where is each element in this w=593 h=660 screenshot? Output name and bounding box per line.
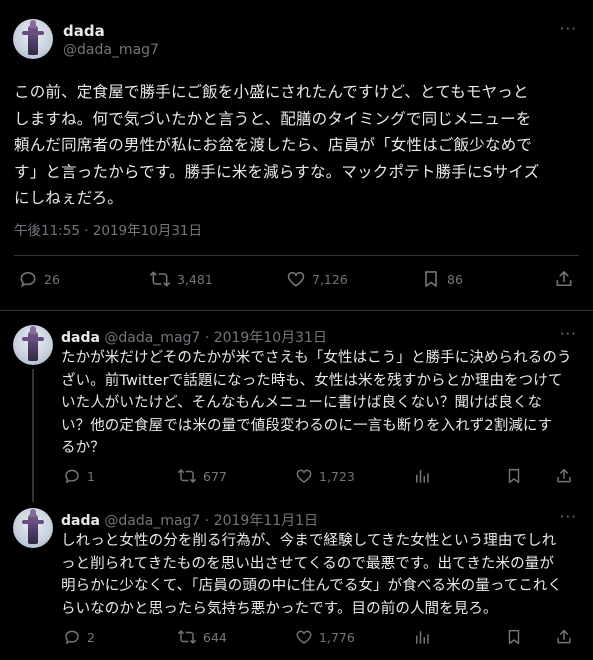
- tweet-text: この前、定食屋で勝手にご飯を小盛にされたんですけど、とてもモヤっと しますね。何…: [14, 83, 540, 207]
- retweet-count: 677: [203, 468, 227, 484]
- share-icon: [555, 467, 573, 485]
- reply-tweet[interactable]: dada @dada_mag7 · 2019年10月31日 ··· たかが米だけ…: [0, 325, 593, 502]
- retweet-icon: [177, 628, 197, 646]
- user-handle[interactable]: @dada_mag7: [63, 42, 159, 58]
- share-icon: [554, 269, 574, 289]
- tweet-actions: 1 677 1,723: [61, 467, 581, 487]
- like-button[interactable]: 1,776: [295, 628, 355, 646]
- avatar[interactable]: [13, 19, 53, 59]
- tweet-header: dada @dada_mag7 · 2019年11月1日: [61, 510, 318, 530]
- bookmark-icon: [505, 628, 523, 646]
- divider: [0, 310, 593, 311]
- tweet-text: たかが米だけどそのたかが米でさえも「女性はこう」と勝手に決められるのう ざい。前…: [61, 350, 572, 456]
- retweet-count: 3,481: [177, 271, 213, 287]
- reply-icon: [63, 467, 81, 485]
- bookmark-icon: [505, 467, 523, 485]
- share-button[interactable]: [555, 467, 573, 485]
- reply-count: 1: [87, 468, 95, 484]
- views-icon: [413, 467, 431, 485]
- more-options-button[interactable]: ···: [560, 22, 577, 37]
- tweet-timestamp[interactable]: 午後11:55 · 2019年10月31日: [14, 219, 202, 239]
- thread-line: [32, 369, 34, 502]
- retweet-button[interactable]: 3,481: [149, 269, 213, 289]
- share-button[interactable]: [555, 628, 573, 646]
- display-name[interactable]: dada: [61, 330, 100, 346]
- views-button[interactable]: [413, 467, 431, 485]
- tweet-actions: 2 644 1,776: [61, 628, 581, 648]
- tweet-date[interactable]: · 2019年10月31日: [205, 330, 327, 346]
- views-button[interactable]: [413, 628, 431, 646]
- user-handle[interactable]: @dada_mag7: [104, 330, 200, 346]
- reply-icon: [63, 628, 81, 646]
- like-icon: [295, 467, 313, 485]
- reply-button[interactable]: 26: [18, 269, 60, 289]
- share-icon: [555, 628, 573, 646]
- reply-icon: [18, 269, 38, 289]
- like-button[interactable]: 1,723: [295, 467, 355, 485]
- more-options-button[interactable]: ···: [560, 327, 577, 342]
- like-count: 1,723: [319, 468, 355, 484]
- reply-button[interactable]: 2: [63, 628, 95, 646]
- reply-count: 26: [44, 271, 60, 287]
- tweet-header: dada @dada_mag7 · 2019年10月31日: [61, 327, 327, 347]
- tweet-date[interactable]: · 2019年11月1日: [205, 513, 318, 529]
- tweet-text: しれっと女性の分を削る行為が、今まで経験してきた女性という理由でしれ っと削られ…: [61, 533, 563, 617]
- like-button[interactable]: 7,126: [286, 269, 348, 289]
- retweet-button[interactable]: 644: [177, 628, 227, 646]
- bookmark-count: 86: [447, 271, 463, 287]
- bookmark-button[interactable]: [505, 467, 523, 485]
- display-name[interactable]: dada: [63, 22, 105, 40]
- avatar[interactable]: [13, 325, 53, 365]
- display-name[interactable]: dada: [61, 513, 100, 529]
- more-options-button[interactable]: ···: [560, 510, 577, 525]
- like-icon: [286, 269, 306, 289]
- retweet-icon: [149, 269, 171, 289]
- like-count: 1,776: [319, 629, 355, 645]
- like-count: 7,126: [312, 271, 348, 287]
- bookmark-icon: [421, 269, 441, 289]
- user-handle[interactable]: @dada_mag7: [104, 513, 200, 529]
- like-icon: [295, 628, 313, 646]
- retweet-count: 644: [203, 629, 227, 645]
- retweet-icon: [177, 467, 197, 485]
- reply-button[interactable]: 1: [63, 467, 95, 485]
- reply-count: 2: [87, 629, 95, 645]
- divider: [14, 255, 579, 256]
- avatar[interactable]: [13, 508, 53, 548]
- bookmark-button[interactable]: 86: [421, 269, 463, 289]
- reply-tweet[interactable]: dada @dada_mag7 · 2019年11月1日 ··· しれっと女性の…: [0, 508, 593, 658]
- views-icon: [413, 628, 431, 646]
- bookmark-button[interactable]: [505, 628, 523, 646]
- retweet-button[interactable]: 677: [177, 467, 227, 485]
- tweet-actions: 26 3,481 7,126 86: [14, 266, 579, 294]
- main-tweet: dada @dada_mag7 ··· この前、定食屋で勝手にご飯を小盛にされた…: [0, 0, 593, 311]
- share-button[interactable]: [554, 269, 574, 289]
